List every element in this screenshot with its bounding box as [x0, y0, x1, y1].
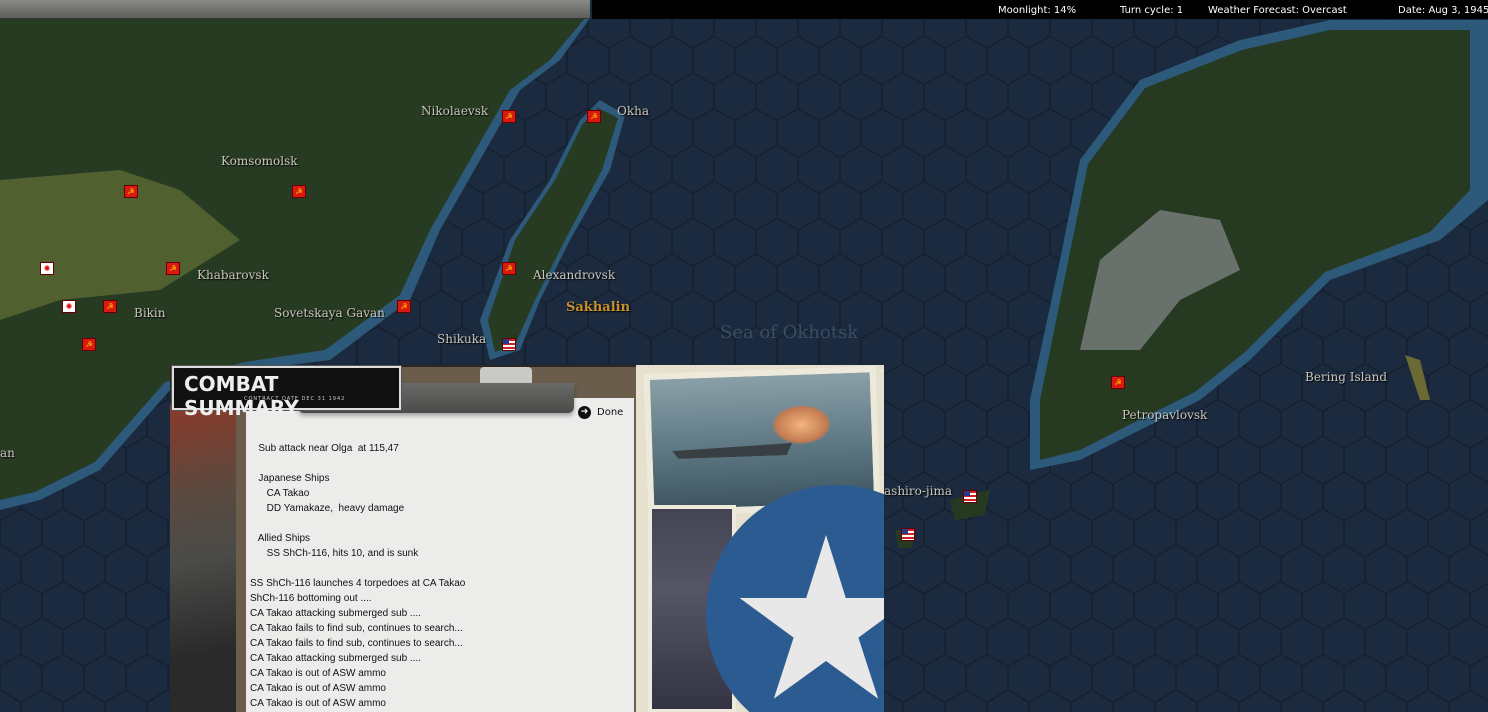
log-line: CA Takao [250, 488, 310, 499]
soviet-unit-icon[interactable]: ☭ [502, 110, 516, 123]
map-label-khabarovsk[interactable]: Khabarovsk [197, 268, 269, 282]
map-label-sea-of-okhotsk: Sea of Okhotsk [720, 322, 859, 343]
log-line: Allied Ships [250, 533, 311, 544]
log-line: CA Takao is out of ASW ammo [250, 698, 386, 709]
soviet-unit-icon[interactable]: ☭ [124, 185, 138, 198]
map-label-petropavlovsk[interactable]: Petropavlovsk [1122, 408, 1207, 422]
combat-summary-title-plate: COMBAT SUMMARY CONTRACT DATE DEC 31 1942 [172, 366, 401, 420]
status-bar: Moonlight: 14% Turn cycle: 1 Weather For… [592, 0, 1488, 19]
map-label-komsomolsk[interactable]: Komsomolsk [221, 154, 298, 168]
log-line: CA Takao fails to find sub, continues to… [250, 638, 463, 649]
soviet-unit-icon[interactable]: ☭ [166, 262, 180, 275]
combat-summary-dialog: COMBAT SUMMARY CONTRACT DATE DEC 31 1942… [170, 365, 884, 712]
log-line: SS ShCh-116 launches 4 torpedoes at CA T… [250, 578, 466, 589]
done-label: Done [597, 407, 624, 418]
moonlight-readout: Moonlight: 14% [998, 5, 1077, 16]
map-label-paramushiro[interactable]: ashiro-jima [884, 484, 952, 498]
dialog-subtitle: CONTRACT DATE DEC 31 1942 [244, 396, 346, 402]
soviet-unit-icon[interactable]: ☭ [397, 300, 411, 313]
map-label-sovetskaya-gavan[interactable]: Sovetskaya Gavan [274, 306, 385, 320]
soviet-unit-icon[interactable]: ☭ [82, 338, 96, 351]
log-line: CA Takao attacking submerged sub .... [250, 608, 422, 619]
us-unit-icon[interactable] [502, 338, 516, 351]
combat-log: Sub attack near Olga at 115,47 Japanese … [250, 441, 630, 711]
battleship-photo-collage [636, 365, 884, 712]
log-line: Sub attack near Olga at 115,47 [250, 443, 399, 454]
turn-cycle-readout: Turn cycle: 1 [1120, 5, 1184, 16]
log-line: CA Takao is out of ASW ammo [250, 683, 386, 694]
log-line: ShCh-116 bottoming out .... [250, 593, 372, 604]
date-readout: Date: Aug 3, 1945 [1398, 5, 1488, 16]
log-line: SS ShCh-116, hits 10, and is sunk [250, 548, 419, 559]
map-label-shikuka[interactable]: Shikuka [437, 332, 486, 346]
done-button[interactable]: ➜ Done [578, 406, 623, 419]
japanese-unit-icon[interactable]: ✺ [62, 300, 76, 313]
weather-readout: Weather Forecast: Overcast [1208, 5, 1347, 16]
map-label-partial: an [0, 446, 15, 460]
soviet-unit-icon[interactable]: ☭ [502, 262, 516, 275]
map-label-nikolaevsk[interactable]: Nikolaevsk [421, 104, 488, 118]
log-line: CA Takao is out of ASW ammo [250, 668, 386, 679]
soviet-unit-icon[interactable]: ☭ [292, 185, 306, 198]
us-unit-icon[interactable] [963, 490, 977, 503]
map-label-sakhalin: Sakhalin [566, 300, 631, 315]
log-line: Japanese Ships [250, 473, 330, 484]
japanese-unit-icon[interactable]: ✺ [40, 262, 54, 275]
log-line: CA Takao attacking submerged sub .... [250, 653, 422, 664]
soviet-unit-icon[interactable]: ☭ [103, 300, 117, 313]
arrow-right-icon: ➜ [578, 406, 591, 419]
map-label-alexandrovsk[interactable]: Alexandrovsk [533, 268, 615, 282]
map-label-bering-island[interactable]: Bering Island [1305, 370, 1387, 384]
sailors-photo [170, 405, 240, 712]
map-label-bikin[interactable]: Bikin [134, 306, 166, 320]
log-line: CA Takao fails to find sub, continues to… [250, 623, 463, 634]
top-left-panel [0, 0, 590, 19]
us-unit-icon[interactable] [901, 528, 915, 541]
soviet-unit-icon[interactable]: ☭ [587, 110, 601, 123]
soviet-unit-icon[interactable]: ☭ [1111, 376, 1125, 389]
map-label-okha[interactable]: Okha [617, 104, 649, 118]
log-line: DD Yamakaze, heavy damage [250, 503, 405, 514]
